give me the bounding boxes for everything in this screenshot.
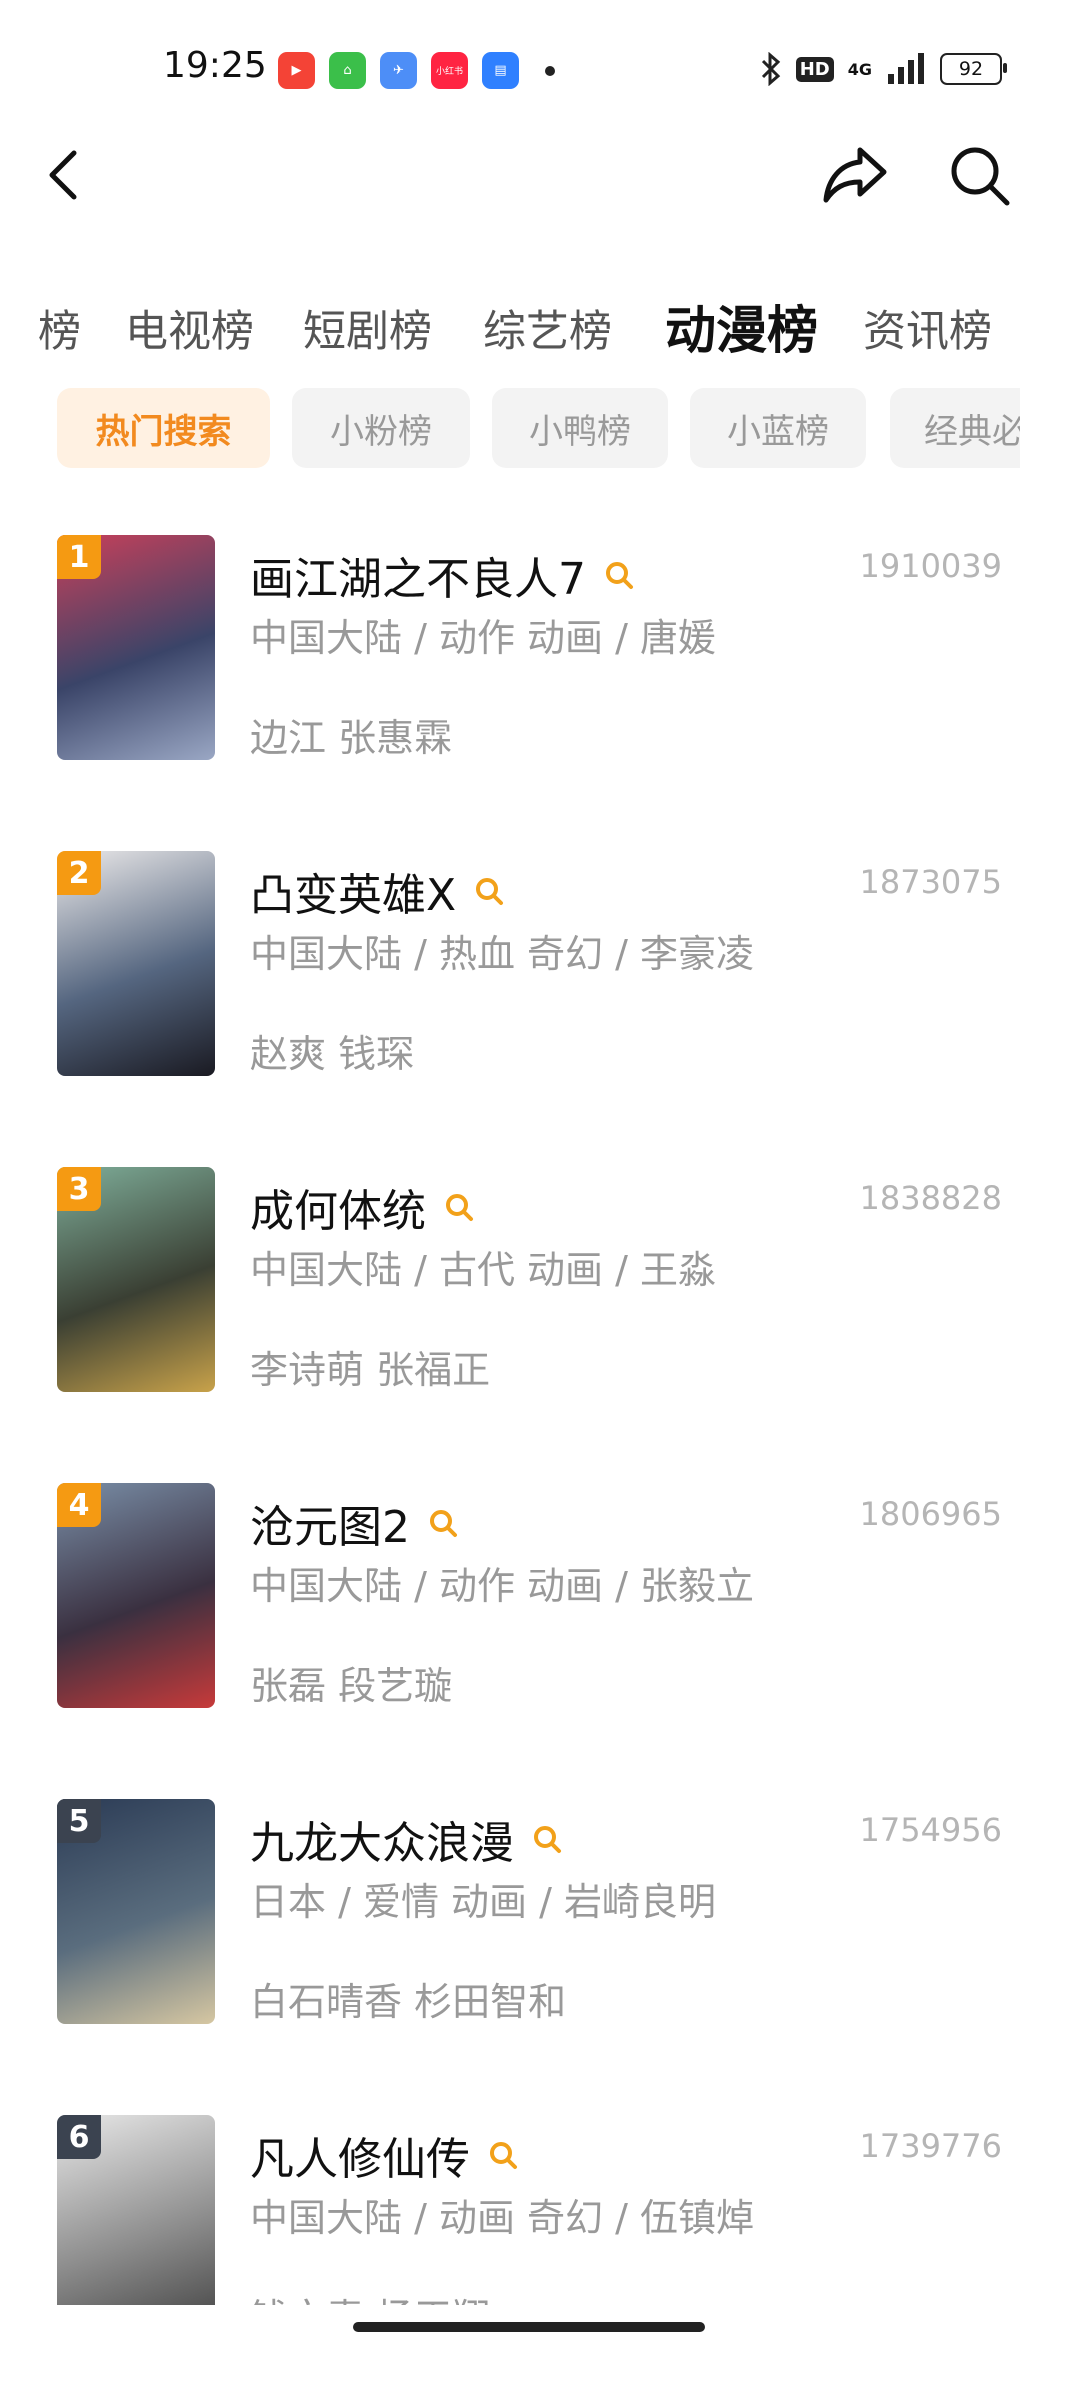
tab-anime[interactable]: 动漫榜 <box>665 289 818 363</box>
poster-image[interactable]: 5 <box>57 1799 215 2024</box>
home-indicator[interactable] <box>353 2322 705 2332</box>
poster-image[interactable]: 2 <box>57 851 215 1076</box>
item-title-text: 凸变英雄X <box>250 870 457 921</box>
item-title[interactable]: 九龙大众浪漫 <box>250 1807 562 1871</box>
bluetooth-icon <box>761 52 780 86</box>
item-title-text: 沧元图2 <box>250 1502 410 1553</box>
subtab-classic[interactable]: 经典必 <box>890 388 1020 468</box>
item-score: 1739776 <box>859 2127 1002 2165</box>
item-meta: 中国大陆 / 动作 动画 / 张毅立 <box>250 1564 755 1608</box>
search-hint-icon[interactable] <box>474 876 504 906</box>
category-tabs: 榜 电视榜 短剧榜 综艺榜 动漫榜 资讯榜 <box>0 285 1080 365</box>
blue-bird-app-icon: ✈ <box>380 52 417 89</box>
green-app-icon: ⌂ <box>329 52 366 89</box>
rank-badge: 2 <box>57 851 101 895</box>
poster-image[interactable]: 4 <box>57 1483 215 1708</box>
list-item[interactable]: 3 成何体统中国大陆 / 古代 动画 / 王淼 李诗萌 张福正 1838828 <box>0 1167 1080 1467</box>
notification-app-icons: ▶ ⌂ ✈ 小红书 ▤ <box>278 52 555 89</box>
search-hint-icon[interactable] <box>488 2140 518 2170</box>
item-cast: 张磊 段艺璇 <box>250 1664 453 1708</box>
list-item[interactable]: 6 凡人修仙传中国大陆 / 动画 奇幻 / 伍镇焯钱文青 杨天翔 1739776 <box>0 2115 1080 2305</box>
search-hint-icon[interactable] <box>532 1824 562 1854</box>
subtab-pink[interactable]: 小粉榜 <box>292 388 470 468</box>
rank-badge: 4 <box>57 1483 101 1527</box>
tab-short-drama[interactable]: 短剧榜 <box>303 297 432 359</box>
tab-news[interactable]: 资讯榜 <box>863 297 992 359</box>
share-button[interactable] <box>820 144 890 204</box>
hd-badge: HD <box>795 56 834 82</box>
item-title-text: 画江湖之不良人7 <box>250 554 586 605</box>
search-hint-icon[interactable] <box>604 560 634 590</box>
search-hint-icon[interactable] <box>444 1192 474 1222</box>
item-title[interactable]: 沧元图2 <box>250 1491 458 1555</box>
network-type: 4G <box>847 59 872 79</box>
list-item[interactable]: 4 沧元图2 中国大陆 / 动作 动画 / 张毅立 张磊 段艺璇 1806965 <box>0 1483 1080 1783</box>
system-icons: HD 4G 92 <box>760 52 1007 86</box>
item-score: 1806965 <box>859 1495 1002 1533</box>
poster-image[interactable]: 1 <box>57 535 215 760</box>
rank-list: 1 画江湖之不良人7 中国大陆 / 动作 动画 / 唐媛 边江 张惠霖 1910039 2… <box>0 535 1080 2305</box>
item-meta: 中国大陆 / 动画 奇幻 / 伍镇焯 <box>250 2196 755 2240</box>
subtab-blue[interactable]: 小蓝榜 <box>690 388 866 468</box>
item-score: 1838828 <box>859 1179 1002 1217</box>
share-icon <box>823 147 887 203</box>
item-meta: 中国大陆 / 古代 动画 / 王淼 <box>250 1248 717 1292</box>
item-cast: 边江 张惠霖 <box>250 716 453 760</box>
item-cast: 白石晴香 杉田智和 <box>250 1980 567 2024</box>
list-item[interactable]: 2 凸变英雄X 中国大陆 / 热血 奇幻 / 李豪凌 赵爽 钱琛 1873075 <box>0 851 1080 1151</box>
item-title-text: 九龙大众浪漫 <box>250 1818 514 1869</box>
more-notifications-dot <box>545 65 555 76</box>
item-title[interactable]: 画江湖之不良人7 <box>250 543 634 607</box>
item-meta: 中国大陆 / 热血 奇幻 / 李豪凌 <box>250 932 755 976</box>
status-bar: 19:25 ▶ ⌂ ✈ 小红书 ▤ HD 4G 92 <box>0 0 1080 140</box>
item-meta: 中国大陆 / 动作 动画 / 唐媛 <box>250 616 717 660</box>
item-meta: 日本 / 爱情 动画 / 岩崎良明 <box>250 1880 717 1924</box>
tab-variety[interactable]: 综艺榜 <box>483 297 612 359</box>
status-time: 19:25 <box>163 45 267 86</box>
xiaohongshu-app-icon: 小红书 <box>431 52 468 89</box>
rank-badge: 5 <box>57 1799 101 1843</box>
subtab-hot-search[interactable]: 热门搜索 <box>57 388 270 468</box>
item-score: 1873075 <box>859 863 1002 901</box>
rank-badge: 1 <box>57 535 101 579</box>
item-title[interactable]: 凸变英雄X <box>250 859 504 923</box>
item-cast: 李诗萌 张福正 <box>250 1348 491 1392</box>
search-hint-icon[interactable] <box>428 1508 458 1538</box>
item-score: 1754956 <box>859 1811 1002 1849</box>
rank-badge: 3 <box>57 1167 101 1211</box>
signal-icon <box>888 53 924 84</box>
sub-tabs: 热门搜索 小粉榜 小鸭榜 小蓝榜 经典必 <box>0 388 1020 470</box>
search-button[interactable] <box>945 143 1015 207</box>
item-title-text: 成何体统 <box>250 1186 426 1237</box>
tab-partial[interactable]: 榜 <box>38 297 81 359</box>
item-cast: 钱文青 杨天翔 <box>250 2287 490 2305</box>
tab-tv[interactable]: 电视榜 <box>125 297 254 359</box>
item-title[interactable]: 凡人修仙传 <box>250 2123 518 2187</box>
rank-badge: 6 <box>57 2115 101 2159</box>
calendar-app-icon: ▤ <box>482 52 519 89</box>
battery-level: 92 <box>958 58 984 80</box>
list-item[interactable]: 1 画江湖之不良人7 中国大陆 / 动作 动画 / 唐媛 边江 张惠霖 1910039 <box>0 535 1080 835</box>
poster-image[interactable]: 6 <box>57 2115 215 2305</box>
item-title-text: 凡人修仙传 <box>250 2134 470 2185</box>
video-app-icon: ▶ <box>278 52 315 89</box>
search-icon <box>951 147 1010 206</box>
poster-image[interactable]: 3 <box>57 1167 215 1392</box>
item-score: 1910039 <box>859 547 1002 585</box>
battery-icon: 92 <box>940 53 1007 85</box>
item-cast: 赵爽 钱琛 <box>250 1032 415 1076</box>
list-item[interactable]: 5 九龙大众浪漫日本 / 爱情 动画 / 岩崎良明 白石晴香 杉田智和 1754956 <box>0 1799 1080 2099</box>
back-arrow-icon <box>49 150 77 200</box>
back-button[interactable] <box>40 145 90 205</box>
item-title[interactable]: 成何体统 <box>250 1175 474 1239</box>
subtab-duck[interactable]: 小鸭榜 <box>492 388 668 468</box>
